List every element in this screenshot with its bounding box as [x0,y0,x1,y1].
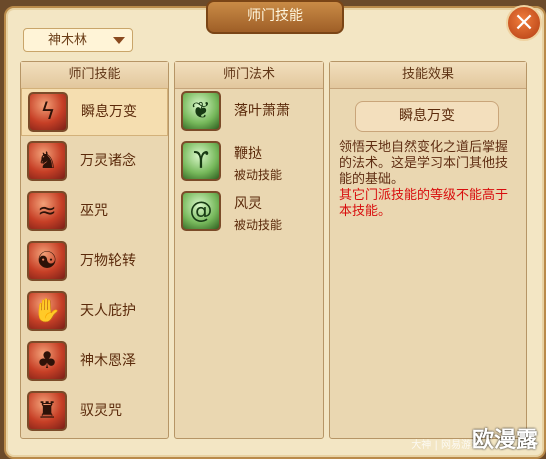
school-spells-header: 师门法术 [175,62,323,89]
tree-icon: ♣ [27,341,67,381]
watermark: 欧漫露 [471,428,538,453]
skill-item-wanling[interactable]: ♞ 万灵诸念 [21,138,168,186]
school-skills-header: 师门技能 [21,62,168,89]
school-select[interactable]: 神木林 [23,28,133,52]
school-select-value: 神木林 [48,33,88,48]
skill-item-tianren[interactable]: ✋ 天人庇护 [21,288,168,336]
yin-yang-icon: ☯ [27,241,67,281]
window-title: 师门技能 [206,0,344,34]
skill-label: 神木恩泽 [80,353,136,369]
close-button[interactable]: × [506,5,542,41]
effect-note: 其它门派技能的等级不能高于本技能。 [339,188,509,219]
spell-label: 鞭挞 [234,146,262,162]
leaves-icon: ❦ [181,91,221,131]
beast-icon: ♞ [27,141,67,181]
skill-label: 天人庇护 [80,303,136,319]
school-skills-panel: 师门技能 ϟ 瞬息万变 ♞ 万灵诸念 ≈ 巫咒 ☯ 万物轮转 ✋ 天人庇护 ♣ … [20,61,169,439]
spell-label: 风灵 [234,196,262,212]
close-icon: × [513,7,535,37]
wind-icon: @ [181,191,221,231]
chevron-down-icon [113,37,125,44]
hands-icon: ✋ [27,291,67,331]
skill-label: 驭灵咒 [80,403,122,419]
spell-label: 落叶萧萧 [234,103,290,119]
passive-label: 被动技能 [234,218,283,232]
skill-item-shenmu[interactable]: ♣ 神木恩泽 [21,338,168,386]
effect-description-text: 领悟天地自然变化之道后掌握的法术。这是学习本门其他技能的基础。 [339,140,509,187]
spell-item-bianta[interactable]: ϒ 鞭挞 被动技能 [175,138,322,186]
watermark-small: 大神 | 网易游戏 [411,440,481,451]
skill-effect-panel: 技能效果 瞬息万变 领悟天地自然变化之道后掌握的法术。这是学习本门其他技能的基础… [329,61,527,439]
effect-description: 领悟天地自然变化之道后掌握的法术。这是学习本门其他技能的基础。 其它门派技能的等… [339,140,520,220]
skill-item-wuzhou[interactable]: ≈ 巫咒 [21,188,168,236]
skill-effect-header: 技能效果 [330,62,526,89]
passive-label: 被动技能 [234,168,283,182]
lightning-icon: ϟ [28,92,68,132]
school-spells-panel: 师门法术 ❦ 落叶萧萧 ϒ 鞭挞 被动技能 @ 风灵 被动技能 [174,61,324,439]
spell-item-luoye[interactable]: ❦ 落叶萧萧 [175,88,322,136]
skill-item-shunxi[interactable]: ϟ 瞬息万变 [21,88,168,136]
skill-item-wanwu[interactable]: ☯ 万物轮转 [21,238,168,286]
whip-icon: ϒ [181,141,221,181]
spell-item-fengling[interactable]: @ 风灵 被动技能 [175,188,322,236]
skill-label: 万物轮转 [80,253,136,269]
skill-label: 万灵诸念 [80,153,136,169]
effect-title: 瞬息万变 [355,101,499,132]
flame-icon: ≈ [27,191,67,231]
spirit-icon: ♜ [27,391,67,431]
skill-item-yuling[interactable]: ♜ 驭灵咒 [21,388,168,436]
skill-label: 瞬息万变 [81,104,137,120]
skill-label: 巫咒 [80,203,108,219]
